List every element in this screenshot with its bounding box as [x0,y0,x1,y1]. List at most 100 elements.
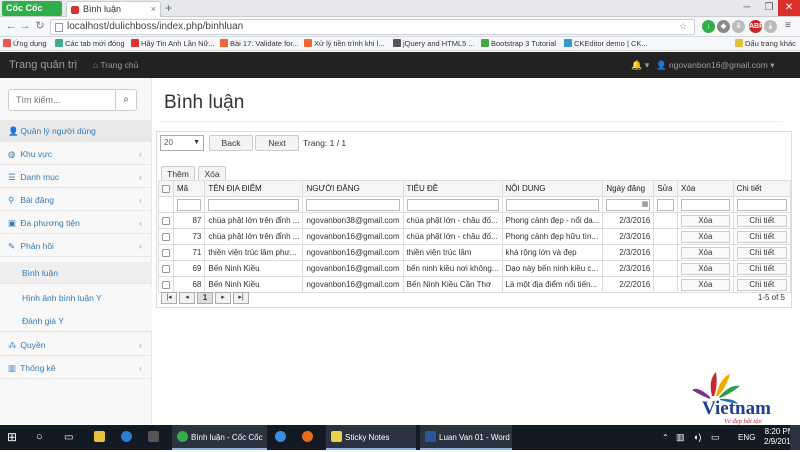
row-delete-button[interactable]: Xóa [681,278,730,291]
last-page-icon[interactable]: ▸| [233,292,249,304]
sidebar-item-feedback[interactable]: ✎ Phản hồi ‹ [0,235,152,257]
column-header[interactable]: Mã [172,180,206,197]
bookmark-item[interactable]: Ứng dụng [3,39,47,49]
row-checkbox[interactable] [162,280,170,289]
extension-icon[interactable]: ◆ [717,20,730,33]
sidebar-item-comment-images[interactable]: Hình ảnh bình luận Y [0,287,152,309]
minimize-icon[interactable]: ─ [736,0,758,16]
row-detail-button[interactable]: Chi tiết [736,230,787,243]
sidebar-item-ratings[interactable]: Đánh giá Y [0,310,152,332]
taskbar-app[interactable]: Sticky Notes [326,425,416,450]
column-header[interactable]: TÊN ĐỊA ĐIỂM [204,180,304,197]
taskbar-app[interactable]: Bình luận - Cốc Cốc [172,425,267,450]
filter-input[interactable] [306,198,400,211]
column-header[interactable]: Xóa [677,180,734,197]
row-checkbox[interactable] [162,248,170,257]
bookmark-folder[interactable]: Dấu trang khác [735,39,796,49]
browser-brand-logo[interactable]: Cốc Cốc [2,1,62,16]
sidebar-item-comments[interactable]: Bình luận [0,262,152,284]
next-button[interactable]: Next [255,135,299,151]
row-checkbox[interactable] [162,216,170,225]
sidebar-item-permissions[interactable]: ⁂ Quyền ‹ [0,334,152,356]
row-delete-button[interactable]: Xóa [681,262,730,275]
bookmark-item[interactable]: Các tab mới đóng [55,39,125,49]
bookmark-item[interactable]: CKEditor demo | CK... [564,39,648,49]
next-page-icon[interactable]: ▸ [215,292,231,304]
column-header[interactable]: Chi tiết [732,180,792,197]
row-detail-button[interactable]: Chi tiết [736,214,787,227]
tray-up-icon[interactable]: ⌃ [662,425,669,450]
filter-input[interactable] [177,198,202,211]
new-tab-icon[interactable]: + [165,1,172,15]
user-dropdown[interactable]: 👤 ngovanbon16@gmail.com ▾ [656,52,774,78]
ie-icon[interactable] [275,425,289,450]
row-checkbox[interactable] [162,264,170,273]
first-page-icon[interactable]: |◂ [161,292,177,304]
close-window-icon[interactable]: ✕ [778,0,800,16]
search-input[interactable] [9,90,117,110]
reload-icon[interactable]: ↻ [33,19,47,33]
firefox-icon[interactable] [302,425,316,450]
sidebar-item-region[interactable]: ◍ Khu vực ‹ [0,143,152,165]
column-header[interactable]: TIÊU ĐỀ [402,180,503,197]
home-link[interactable]: ⌂ Trang chủ [93,52,138,78]
filter-input[interactable] [208,198,300,211]
file-explorer-icon[interactable] [94,425,108,450]
table-row[interactable]: 73 chùa phật lớn trên đỉnh ... ngovanbon16… [158,228,792,245]
filter-input[interactable] [681,198,730,211]
edge-icon[interactable] [121,425,135,450]
row-delete-button[interactable]: Xóa [681,214,730,227]
back-arrow-icon[interactable]: ← [4,19,18,33]
forward-arrow-icon[interactable]: → [18,19,32,33]
prev-page-icon[interactable]: ◂ [179,292,195,304]
bookmark-item[interactable]: Bài 17: Validate for... [220,39,299,49]
search-icon[interactable]: ○ [36,425,52,450]
show-desktop-button[interactable] [790,425,800,450]
column-header[interactable]: NỘI DUNG [501,180,604,197]
page-size-select[interactable]: 20 ▼ [160,135,204,151]
table-row[interactable]: 68 Bến Ninh Kiều ngovanbon16@gmail.com Bến … [158,276,792,293]
store-icon[interactable] [148,425,162,450]
navbar-brand[interactable]: Trang quản trị [9,52,77,78]
extension-icon[interactable]: ↓ [702,20,715,33]
menu-icon[interactable]: ≡ [785,20,791,31]
select-all-checkbox[interactable] [158,180,174,197]
table-row[interactable]: 87 chùa phật lớn trên đỉnh ... ngovanbon38… [158,212,792,229]
maximize-icon[interactable]: ❐ [758,0,780,16]
download-icon[interactable]: ⤓ [764,20,777,33]
search-button[interactable]: ⌕ [115,90,136,110]
task-view-icon[interactable]: ▭ [64,425,80,450]
adblock-icon[interactable]: ABP [749,20,764,33]
bookmark-item[interactable]: Xử lý tiền trình khi l... [304,39,384,49]
filter-input[interactable] [657,198,675,211]
table-row[interactable]: 69 Bến Ninh Kiều ngovanbon16@gmail.com bến … [158,260,792,277]
url-field[interactable]: localhost/dulichboss/index.php/binhluan [50,19,695,35]
sidebar-item-category[interactable]: ☰ Danh mục ‹ [0,166,152,188]
bookmark-item[interactable]: Hãy Tin Anh Lần Nữ... [131,39,215,49]
windows-start-icon[interactable]: ⊞ [7,425,23,450]
current-page[interactable]: 1 [197,292,213,304]
extension-icon[interactable]: ⇩ [732,20,745,33]
bookmark-item[interactable]: Bootstrap 3 Tutorial [481,39,556,49]
sidebar-item-media[interactable]: ▣ Đa phương tiện ‹ [0,212,152,234]
bookmark-star-icon[interactable]: ☆ [679,21,687,32]
browser-tab[interactable]: Bình luận × [66,1,161,17]
row-checkbox[interactable] [162,232,170,241]
date-filter-input[interactable]: ▦ [606,198,651,211]
filter-input[interactable] [406,198,499,211]
battery-icon[interactable]: ▭ [711,425,720,450]
row-detail-button[interactable]: Chi tiết [736,246,787,259]
table-row[interactable]: 71 thiền viện trúc lâm phư... ngovanbon16@… [158,244,792,261]
filter-input[interactable] [505,198,600,211]
column-header[interactable]: Sửa [653,180,679,197]
taskbar-app[interactable]: Luan Van 01 - Word [420,425,512,450]
language-indicator[interactable]: ENG [738,425,755,450]
volume-icon[interactable]: ◖) [693,425,701,450]
row-detail-button[interactable]: Chi tiết [736,278,787,291]
network-icon[interactable]: ▥ [676,425,685,450]
close-tab-icon[interactable]: × [151,2,156,17]
sidebar-item-users[interactable]: 👤 Quản lý người dùng [0,120,152,142]
sidebar-item-posts[interactable]: ⚲ Bài đăng ‹ [0,189,152,211]
sidebar-item-statistics[interactable]: ▥ Thống kê ‹ [0,357,152,379]
filter-input[interactable] [736,198,787,211]
